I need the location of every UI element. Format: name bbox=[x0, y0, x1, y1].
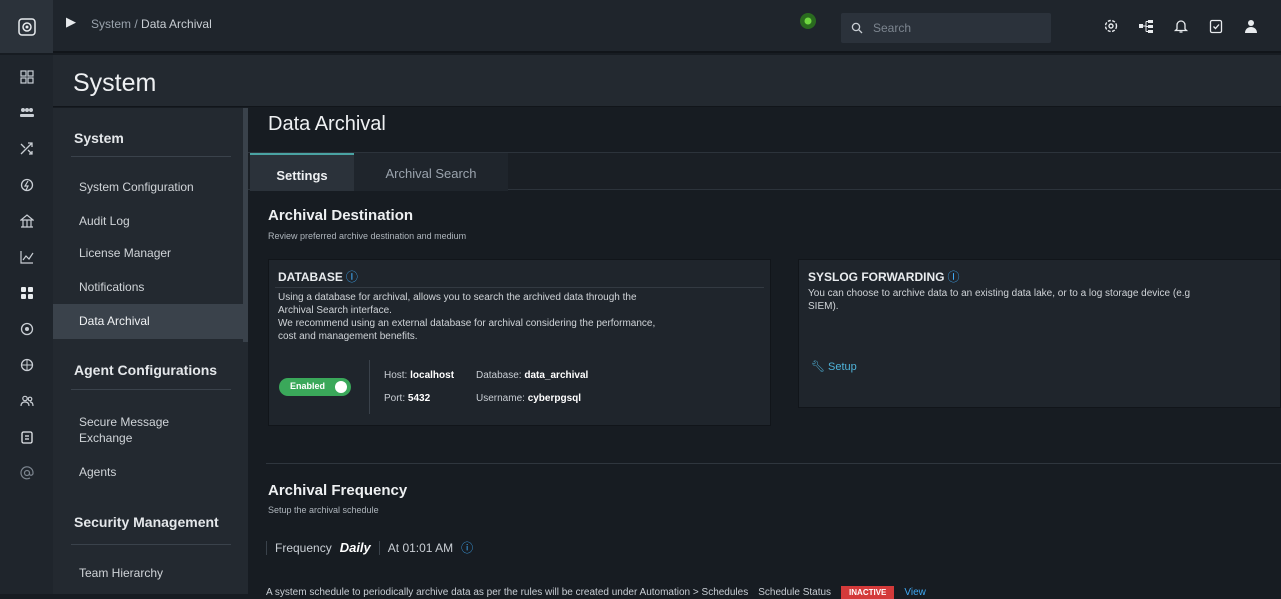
page-title: Data Archival bbox=[268, 113, 386, 135]
section-title: System bbox=[73, 69, 157, 97]
user-profile-icon[interactable] bbox=[1240, 15, 1262, 37]
toggle-label: Enabled bbox=[290, 381, 326, 391]
vertical-divider bbox=[378, 540, 380, 555]
breadcrumb: System / Data Archival bbox=[91, 17, 212, 31]
nav-item-agents[interactable]: Agents bbox=[53, 464, 243, 480]
connection-status-icon[interactable] bbox=[800, 13, 816, 29]
toggle-knob bbox=[335, 381, 347, 393]
vertical-divider bbox=[266, 540, 267, 555]
analytics-chart-icon[interactable] bbox=[0, 239, 53, 275]
main-content: Data Archival Settings Archival Search A… bbox=[248, 108, 1281, 599]
incidents-icon[interactable] bbox=[0, 95, 53, 131]
nav-section-system: System bbox=[74, 130, 124, 146]
shuffle-icon[interactable] bbox=[0, 131, 53, 167]
frequency-row: Frequency Daily At 01:01 AM ⓘ bbox=[266, 539, 473, 556]
wrench-icon: 🔧︎ bbox=[811, 361, 825, 373]
nav-divider bbox=[71, 389, 231, 390]
settings-gear-icon[interactable] bbox=[1100, 15, 1122, 37]
schedule-status-badge: INACTIVE bbox=[841, 586, 895, 599]
section-divider bbox=[266, 463, 1281, 464]
logo-icon bbox=[17, 17, 36, 36]
nav-toggle-icon[interactable]: ▶ bbox=[66, 14, 76, 30]
nav-item-notifications[interactable]: Notifications bbox=[53, 279, 243, 295]
threat-intel-icon[interactable] bbox=[0, 347, 53, 383]
hierarchy-icon[interactable] bbox=[1135, 15, 1157, 37]
content-hub-icon[interactable] bbox=[0, 203, 53, 239]
nav-item-data-archival[interactable]: Data Archival bbox=[53, 304, 243, 339]
search-input[interactable] bbox=[873, 21, 1033, 35]
icon-rail bbox=[0, 55, 53, 594]
nav-item-system-configuration[interactable]: System Configuration bbox=[53, 179, 243, 195]
tasks-clipboard-icon[interactable] bbox=[1205, 15, 1227, 37]
schedule-view-link[interactable]: View bbox=[904, 587, 926, 598]
schedule-status-label: Schedule Status bbox=[758, 587, 832, 598]
destination-subtitle: Review preferred archive destination and… bbox=[268, 231, 467, 241]
info-icon[interactable]: ⓘ bbox=[346, 270, 358, 284]
breadcrumb-root[interactable]: System / bbox=[91, 17, 138, 31]
username-field: Username: cyberpgsql bbox=[476, 393, 582, 404]
database-card: DATABASE ⓘ Using a database for archival,… bbox=[268, 259, 771, 426]
tab-archival-search[interactable]: Archival Search bbox=[354, 153, 508, 191]
host-field: Host: localhost bbox=[384, 370, 455, 381]
frequency-time: At 01:01 AM bbox=[387, 540, 454, 555]
notifications-bell-icon[interactable] bbox=[1170, 15, 1192, 37]
playbooks-icon[interactable] bbox=[0, 167, 53, 203]
database-field: Database: data_archival bbox=[476, 370, 589, 381]
schedule-row: A system schedule to periodically archiv… bbox=[266, 586, 926, 599]
search-box[interactable] bbox=[841, 13, 1051, 43]
port-field: Port: 5432 bbox=[384, 393, 431, 404]
search-icon bbox=[851, 22, 863, 34]
vertical-divider bbox=[369, 360, 370, 414]
frequency-subtitle: Setup the archival schedule bbox=[268, 505, 379, 515]
nav-item-team-hierarchy[interactable]: Team Hierarchy bbox=[53, 565, 243, 581]
tasks-list-icon[interactable] bbox=[0, 419, 53, 455]
app-logo[interactable] bbox=[0, 0, 53, 53]
nav-item-audit-log[interactable]: Audit Log bbox=[53, 213, 243, 229]
nav-section-security-management: Security Management bbox=[74, 514, 219, 530]
connectors-icon[interactable] bbox=[0, 311, 53, 347]
nav-section-agent-configurations: Agent Configurations bbox=[74, 362, 218, 378]
nav-item-license-manager[interactable]: License Manager bbox=[53, 245, 243, 261]
schedule-description: A system schedule to periodically archiv… bbox=[266, 587, 749, 598]
database-description: Using a database for archival, allows yo… bbox=[278, 292, 656, 342]
nav-divider bbox=[71, 156, 231, 157]
info-icon[interactable]: ⓘ bbox=[947, 270, 959, 284]
modules-grid-icon[interactable] bbox=[0, 275, 53, 311]
tab-settings[interactable]: Settings bbox=[250, 153, 354, 191]
users-icon[interactable] bbox=[0, 383, 53, 419]
nav-divider bbox=[71, 544, 231, 545]
database-enabled-toggle[interactable]: Enabled bbox=[279, 378, 351, 396]
frequency-label: Frequency bbox=[275, 540, 332, 555]
syslog-card: SYSLOG FORWARDING ⓘ You can choose to arc… bbox=[798, 259, 1281, 408]
dashboard-icon[interactable] bbox=[0, 59, 53, 95]
breadcrumb-current: Data Archival bbox=[141, 17, 212, 31]
nav-item-secure-message-exchange[interactable]: Secure Message Exchange bbox=[53, 414, 203, 446]
syslog-description: You can choose to archive data to an exi… bbox=[808, 288, 1191, 312]
frequency-value[interactable]: Daily bbox=[340, 540, 371, 555]
section-header: System bbox=[53, 55, 1281, 107]
syslog-title: SYSLOG FORWARDING ⓘ bbox=[808, 270, 960, 284]
card-divider bbox=[275, 287, 764, 288]
tab-bar: Settings Archival Search bbox=[248, 152, 1281, 191]
top-bar: ▶ System / Data Archival bbox=[0, 0, 1281, 53]
help-at-icon[interactable] bbox=[0, 455, 53, 491]
frequency-title: Archival Frequency bbox=[268, 482, 408, 499]
settings-sidebar: System System Configuration Audit Log Li… bbox=[53, 108, 248, 594]
syslog-setup-link[interactable]: 🔧︎ Setup bbox=[811, 360, 857, 373]
database-title: DATABASE ⓘ bbox=[278, 270, 358, 284]
destination-title: Archival Destination bbox=[268, 207, 414, 224]
info-icon[interactable]: ⓘ bbox=[461, 539, 473, 556]
